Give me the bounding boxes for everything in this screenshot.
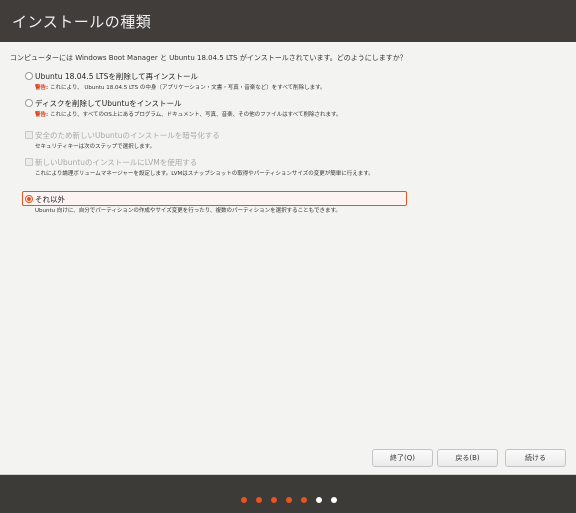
window-title: インストールの種類	[12, 13, 152, 31]
option-something-else-label: それ以外	[35, 195, 65, 204]
option-erase-disk-text: これにより、すべてのOS上にあるプログラム、ドキュメント、写真、音楽、その他のフ…	[48, 112, 342, 118]
progress-dot	[331, 497, 337, 503]
progress-footer	[0, 475, 576, 513]
option-something-else-description: Ubuntu 向けに、自分でパーティションの作成やサイズ変更を行ったり、複数のパ…	[35, 208, 341, 214]
progress-dot	[271, 497, 277, 503]
warning-label: 警告:	[35, 85, 49, 91]
progress-dot	[316, 497, 322, 503]
checkbox-lvm	[25, 158, 33, 166]
option-encrypt-label: 安全のため新しいUbuntuのインストールを暗号化する	[35, 131, 220, 140]
progress-dot	[256, 497, 262, 503]
install-type-question: コンピューターには Windows Boot Manager と Ubuntu …	[10, 54, 407, 62]
back-button[interactable]: 戻る(B)	[437, 449, 498, 467]
progress-dot	[301, 497, 307, 503]
progress-dot	[286, 497, 292, 503]
checkbox-encrypt	[25, 131, 33, 139]
radio-something-else[interactable]	[25, 195, 33, 203]
option-reinstall-label: Ubuntu 18.04.5 LTSを削除して再インストール	[35, 72, 198, 81]
continue-button[interactable]: 続ける	[505, 449, 566, 467]
quit-button[interactable]: 終了(Q)	[372, 449, 433, 467]
option-encrypt-description: セキュリティキーは次のステップで選択します。	[35, 144, 156, 150]
option-lvm-description: これにより論理ボリュームマネージャーを設定します。LVMはスナップショットの取得…	[35, 171, 374, 177]
title-bar: インストールの種類	[0, 0, 576, 42]
option-lvm-label: 新しいUbuntuのインストールにLVMを使用する	[35, 158, 198, 167]
warning-label: 警告:	[35, 112, 49, 118]
option-reinstall-description: 警告: これにより、 Ubuntu 18.04.5 LTS の中身（アプリケーシ…	[35, 83, 326, 91]
option-erase-disk-description: 警告: これにより、すべてのOS上にあるプログラム、ドキュメント、写真、音楽、そ…	[35, 110, 341, 118]
radio-erase-disk[interactable]	[25, 99, 33, 107]
option-reinstall-text: これにより、 Ubuntu 18.04.5 LTS の中身（アプリケーション・文…	[48, 85, 326, 91]
option-erase-disk-label: ディスクを削除してUbuntuをインストール	[35, 99, 182, 108]
radio-reinstall[interactable]	[25, 72, 33, 80]
selected-option-highlight	[22, 191, 407, 206]
progress-dot	[241, 497, 247, 503]
